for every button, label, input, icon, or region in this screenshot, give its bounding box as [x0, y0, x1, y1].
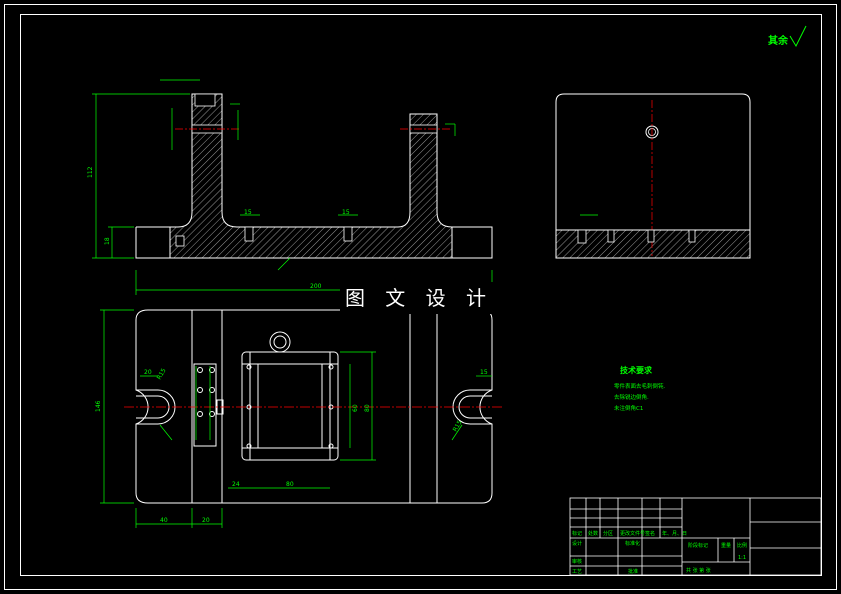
tech-line-3: 未注倒角C1 — [614, 404, 643, 412]
dim-plan-inner: 80 — [364, 404, 371, 412]
side-pin-4 — [688, 229, 696, 243]
dim-notch-w-right: 15 — [480, 369, 488, 376]
front-view — [135, 93, 493, 259]
tb-approve: 批准 — [628, 568, 638, 575]
plan-inner-block — [241, 351, 339, 461]
title-block-text: 标记 处数 分区 更改文件号 签名 年、月、日 设计 标准化 审核 工艺 批准 … — [572, 530, 747, 575]
base-pin-hole-3 — [175, 235, 185, 247]
side-outline — [555, 93, 751, 230]
roughness-note: 其余 — [768, 34, 789, 47]
plan-outline — [135, 309, 493, 504]
side-pin-3 — [647, 229, 655, 243]
tb-std: 标准化 — [625, 540, 640, 547]
tb-row-review: 审核 — [572, 558, 582, 565]
tb-header-5: 年、月、日 — [662, 530, 687, 537]
dim-plan-height: 146 — [95, 400, 102, 412]
dim-slot-left: 15 — [244, 209, 252, 216]
tb-row-design: 设计 — [572, 540, 582, 547]
tb-stage: 阶段标记 — [688, 542, 708, 549]
tb-header-0: 标记 — [572, 530, 582, 537]
tech-line-2: 去除锐边倒角. — [614, 393, 649, 401]
dim-slot-right: 15 — [342, 209, 350, 216]
tb-sheets: 共 张 第 张 — [686, 567, 711, 574]
tb-scale-value: 1:1 — [738, 555, 746, 561]
watermark: 图 文 设 计 — [340, 282, 498, 314]
tech-requirements: 技术要求 零件表面去毛刺倒钝. 去除锐边倒角. 未注倒角C1 — [614, 365, 666, 412]
dim-front-base: 18 — [104, 237, 111, 245]
dim-front-height: 112 — [87, 166, 94, 178]
dim-plan-left-a: 40 — [160, 517, 168, 524]
plan-boss-inner — [273, 335, 287, 349]
tb-scale: 比例 — [737, 542, 747, 549]
plan-left-pin-block — [193, 363, 217, 447]
tech-title: 技术要求 — [620, 365, 653, 375]
tech-line-1: 零件表面去毛刺倒钝. — [614, 382, 666, 390]
plan-inner-window — [257, 363, 323, 449]
dim-notch-right: R15 — [452, 419, 464, 433]
dim-plan-mid-a: 24 — [232, 481, 240, 488]
base-pin-hole-1 — [244, 226, 254, 242]
side-view — [555, 93, 751, 259]
left-post-slot — [194, 93, 216, 107]
dim-plan-inner2: 60 — [352, 404, 359, 412]
tb-header-4: 签名 — [645, 530, 655, 537]
dim-notch-w-left: 20 — [144, 369, 152, 376]
front-section-hatch — [169, 93, 453, 259]
plan-boss — [269, 331, 291, 353]
side-pin-2 — [607, 229, 615, 243]
dim-plan-mid-b: 80 — [286, 481, 294, 488]
roughness-symbol: 其余 — [768, 25, 807, 48]
side-pin-1 — [577, 229, 587, 244]
base-pin-hole-2 — [343, 226, 353, 242]
plan-dimension-text: 146 40 20 24 80 80 60 20 15 R15 R15 — [95, 367, 488, 524]
tb-row-process: 工艺 — [572, 569, 582, 575]
tb-header-1: 处数 — [588, 530, 598, 537]
dim-plan-left-b: 20 — [202, 517, 210, 524]
tb-header-2: 分区 — [603, 530, 613, 537]
tb-header-3: 更改文件号 — [620, 530, 645, 537]
plan-view — [135, 309, 493, 504]
tb-weight: 重量 — [721, 542, 731, 549]
plan-dimensions — [100, 309, 492, 528]
dim-notch-left: R15 — [156, 367, 168, 381]
dim-front-width: 200 — [310, 283, 322, 290]
